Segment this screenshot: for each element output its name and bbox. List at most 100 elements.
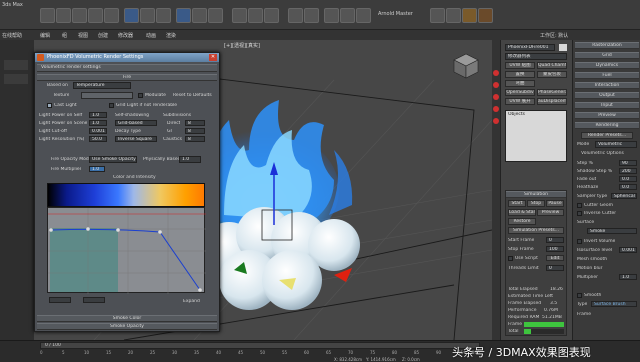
unwrap-uvw-button[interactable]: UVW 展开 <box>505 98 535 105</box>
configure-icon[interactable] <box>493 118 499 124</box>
cutter-geom-checkbox[interactable] <box>577 203 582 208</box>
menu-edit[interactable]: 编辑 <box>40 32 50 39</box>
menu-animation[interactable]: 动画 <box>146 32 156 39</box>
rollout-output[interactable]: Output <box>575 92 639 99</box>
menu-create[interactable]: 创建 <box>98 32 108 39</box>
displace-button[interactable]: 置换 <box>505 71 535 78</box>
sampler-dropdown[interactable]: Spherical <box>611 193 637 199</box>
fire-multiplier-field[interactable]: 1.0 <box>89 166 105 172</box>
start-frame-field[interactable]: 0 <box>546 237 564 243</box>
bend-button[interactable]: 弯曲 <box>505 80 535 87</box>
mirror-icon[interactable] <box>288 8 303 23</box>
stop-button[interactable]: Stop <box>527 200 545 207</box>
gi-field[interactable]: 8 <box>185 128 205 134</box>
smoke-color-section[interactable]: Smoke Color <box>37 315 217 322</box>
rollout-dynamics[interactable]: Dynamics <box>575 62 639 69</box>
rollout-rendering[interactable]: Rendering <box>575 122 639 129</box>
step-field[interactable]: 90 <box>619 160 637 166</box>
reset-defaults-button[interactable]: Reset to Defaults <box>173 93 212 98</box>
redo-icon[interactable] <box>56 8 71 23</box>
based-on-dropdown[interactable]: Temperature <box>73 82 131 89</box>
unique-icon[interactable] <box>493 94 499 100</box>
render-frame-icon[interactable] <box>478 8 493 23</box>
rollout-input[interactable]: Input <box>575 102 639 109</box>
skin-wrap-button[interactable]: 蒙皮包裹 <box>537 71 567 78</box>
select-name-icon[interactable] <box>140 8 155 23</box>
rect-select-icon[interactable] <box>156 8 171 23</box>
fire-opacity-dropdown[interactable]: Use Smoke Opacity <box>89 156 137 163</box>
isosurface-field[interactable]: 0.001 <box>619 247 637 253</box>
light-cutoff-field[interactable]: 0.001 <box>89 128 107 134</box>
mode-dropdown[interactable]: Volumetric <box>595 141 637 148</box>
light-power-self-field[interactable]: 1.0 <box>89 112 107 118</box>
workspace-label[interactable]: 工作区: 默认 <box>540 32 568 39</box>
layer-icon[interactable] <box>324 8 339 23</box>
invert-volume-checkbox[interactable] <box>577 239 582 244</box>
snap-icon[interactable] <box>232 8 247 23</box>
scale-icon[interactable] <box>208 8 223 23</box>
preview-button[interactable]: Preview <box>537 209 564 216</box>
multiplier-field[interactable]: 1.0 <box>619 274 637 280</box>
link-icon[interactable] <box>72 8 87 23</box>
inverse-cutter-checkbox[interactable] <box>577 211 582 216</box>
material-editor-icon[interactable] <box>430 8 445 23</box>
render-presets-button[interactable]: Render Presets... <box>581 132 633 139</box>
caustics-field[interactable]: 8 <box>185 136 205 142</box>
menu-group[interactable]: 组 <box>62 32 67 39</box>
load-start-button[interactable]: Load & Start <box>508 209 536 216</box>
stack-objects-item[interactable]: Objects <box>508 112 525 117</box>
fire-color-gradient[interactable] <box>47 183 205 207</box>
phys-based-field[interactable]: 1.0 <box>179 156 201 163</box>
light-power-scene-field[interactable]: 1.0 <box>89 120 107 126</box>
bind-icon[interactable] <box>104 8 119 23</box>
rollout-grid[interactable]: Grid <box>575 52 639 59</box>
curve-editor-icon[interactable] <box>340 8 355 23</box>
rollout-rasterization[interactable]: Rasterization <box>575 42 639 49</box>
angle-snap-icon[interactable] <box>248 8 263 23</box>
render-icon[interactable] <box>462 8 477 23</box>
decay-type-dropdown[interactable]: Inverse Square <box>115 136 157 142</box>
menu-views[interactable]: 视图 <box>78 32 88 39</box>
phase-generator-button[interactable]: PhaseGenerator <box>537 89 567 96</box>
self-shadowing-dropdown[interactable]: Grid-based <box>115 120 157 126</box>
simulation-header[interactable]: Simulation <box>506 191 566 198</box>
menu-online-help[interactable]: 在线帮助 <box>2 32 22 39</box>
dialog-subtitle[interactable]: Volumetric render settings <box>37 64 217 72</box>
unlink-icon[interactable] <box>88 8 103 23</box>
select-icon[interactable] <box>124 8 139 23</box>
curve-point-y-field[interactable] <box>83 297 105 303</box>
au-displacement-button[interactable]: auDisplacement <box>537 98 567 105</box>
grid-light-checkbox[interactable] <box>109 103 114 108</box>
texture-slot-button[interactable] <box>81 92 133 99</box>
fire-section-header[interactable]: Fire <box>37 74 217 81</box>
viewport-label[interactable]: [+][透视][真实] <box>224 42 260 49</box>
fire-curve-editor[interactable] <box>47 207 206 294</box>
expand-button[interactable]: Expand <box>183 299 200 304</box>
menu-rendering[interactable]: 渲染 <box>166 32 176 39</box>
percent-snap-icon[interactable] <box>264 8 279 23</box>
object-name-field[interactable]: PhoenixFDFire001 <box>505 44 555 51</box>
uvw-map-button[interactable]: UVW 贴图 <box>505 62 535 69</box>
modifier-list-dropdown[interactable]: 修改器列表 <box>505 53 567 60</box>
show-end-icon[interactable] <box>493 82 499 88</box>
time-slider[interactable]: 0 / 100 <box>40 342 480 349</box>
restore-button[interactable]: Restore <box>508 218 536 225</box>
stop-frame-field[interactable]: 100 <box>546 246 564 252</box>
rollout-interaction[interactable]: Interaction <box>575 82 639 89</box>
menu-modifiers[interactable]: 修改器 <box>118 32 133 39</box>
light-res-field[interactable]: 50.0 <box>89 136 107 142</box>
start-button[interactable]: Start <box>508 200 526 207</box>
surface-dropdown[interactable]: Smoke <box>587 228 637 234</box>
fade-out-field[interactable]: 0.0 <box>619 176 637 182</box>
left-tool-1[interactable] <box>4 60 28 70</box>
modifier-stack[interactable]: Objects <box>505 110 567 162</box>
remove-modifier-icon[interactable] <box>493 106 499 112</box>
open-subdiv-button[interactable]: OpenSubdiv <box>505 89 535 96</box>
move-icon[interactable] <box>176 8 191 23</box>
smoke-opacity-section[interactable]: Smoke Opacity <box>37 323 217 330</box>
coord-x[interactable]: X: 832.428cm <box>334 357 362 362</box>
close-icon[interactable]: ✕ <box>209 54 217 61</box>
object-color-swatch[interactable] <box>559 44 567 51</box>
direct-field[interactable]: 8 <box>185 120 205 126</box>
rotate-icon[interactable] <box>192 8 207 23</box>
